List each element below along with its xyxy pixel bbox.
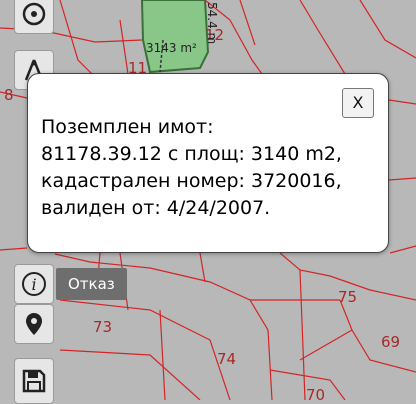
parcel-label-74: 74 — [217, 350, 236, 368]
popup-line-valid-from: валиден от: 4/24/2007. — [41, 197, 271, 219]
parcel-label-75: 75 — [338, 288, 357, 306]
popup-line-title: Поземплен имот: — [41, 116, 214, 138]
measurement-length-label: 54.4 m — [205, 2, 219, 44]
locate-button[interactable] — [14, 0, 54, 34]
parcel-label-73: 73 — [93, 318, 112, 336]
parcel-info-text: Поземплен имот: 81178.39.12 с площ: 3140… — [41, 114, 381, 222]
map-pin-icon — [26, 313, 42, 335]
pin-button[interactable] — [14, 304, 54, 344]
measurement-area-label: 3143 m² — [146, 41, 197, 55]
cancel-button[interactable]: Отказ — [56, 268, 127, 300]
popup-line-cadastral-number: кадастрален номер: 3720016, — [41, 170, 342, 192]
save-button[interactable] — [14, 358, 54, 404]
parcel-label-70: 70 — [306, 386, 325, 400]
parcel-label-8: 8 — [4, 86, 14, 104]
parcel-info-popup: X Поземплен имот: 81178.39.12 с площ: 31… — [27, 73, 389, 253]
floppy-disk-icon — [22, 369, 46, 393]
selected-parcel[interactable] — [140, 0, 210, 74]
info-button[interactable]: i — [14, 264, 54, 304]
popup-line-parcel-area: 81178.39.12 с площ: 3140 m2, — [41, 143, 342, 165]
locate-icon — [22, 2, 46, 26]
svg-text:i: i — [31, 275, 36, 294]
info-icon: i — [22, 272, 46, 296]
parcel-label-69: 69 — [381, 333, 400, 351]
